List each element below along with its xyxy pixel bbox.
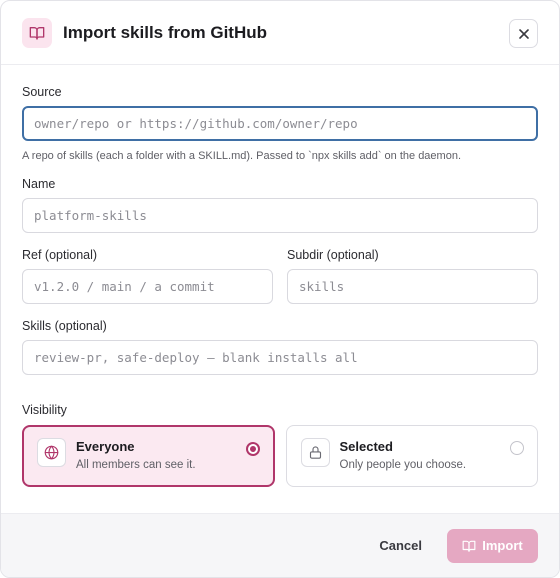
name-input[interactable] [22,198,538,233]
dialog-title: Import skills from GitHub [63,22,268,42]
source-field: Source A repo of skills (each a folder w… [22,85,538,162]
import-skills-dialog: Import skills from GitHub Source A repo … [0,0,560,578]
globe-icon [37,438,66,467]
source-input[interactable] [22,106,538,141]
close-button[interactable] [509,19,538,48]
book-open-icon [462,540,476,552]
ref-label: Ref (optional) [22,248,98,262]
skills-label: Skills (optional) [22,319,107,333]
ref-subdir-row: Ref (optional) Subdir (optional) [22,248,538,304]
skills-field: Skills (optional) [22,319,538,375]
book-open-icon [22,17,52,48]
visibility-options: Everyone All members can see it. Selecte… [22,425,538,487]
subdir-label: Subdir (optional) [287,248,379,262]
close-icon [518,28,529,39]
import-button[interactable]: Import [447,528,538,563]
dialog-footer: Cancel Import [1,513,559,577]
visibility-option-text: Selected Only people you choose. [340,438,467,471]
visibility-option-description: All members can see it. [76,459,196,471]
visibility-option-title: Selected [339,439,393,454]
visibility-option-selected[interactable]: Selected Only people you choose. [285,425,538,487]
dialog-body: Source A repo of skills (each a folder w… [1,85,559,487]
import-button-label: Import [482,538,523,553]
visibility-option-title: Everyone [76,439,135,454]
name-label: Name [22,177,56,191]
lock-icon [300,438,330,467]
ref-field: Ref (optional) [22,248,273,304]
visibility-label: Visibility [22,403,67,417]
ref-input[interactable] [22,269,273,304]
dialog-header: Import skills from GitHub [1,1,559,65]
name-field: Name [22,177,538,233]
visibility-option-text: Everyone All members can see it. [76,438,196,471]
visibility-option-everyone[interactable]: Everyone All members can see it. [22,425,275,487]
source-label: Source [22,85,62,99]
source-hint: A repo of skills (each a folder with a S… [22,150,462,162]
cancel-button[interactable]: Cancel [379,538,422,553]
visibility-field: Visibility Everyone All members can see … [22,403,538,487]
radio-everyone[interactable] [245,442,260,456]
skills-input[interactable] [22,340,538,375]
radio-selected[interactable] [510,441,524,455]
subdir-input[interactable] [287,269,538,304]
visibility-option-description: Only people you choose. [339,459,467,471]
subdir-field: Subdir (optional) [287,248,538,304]
